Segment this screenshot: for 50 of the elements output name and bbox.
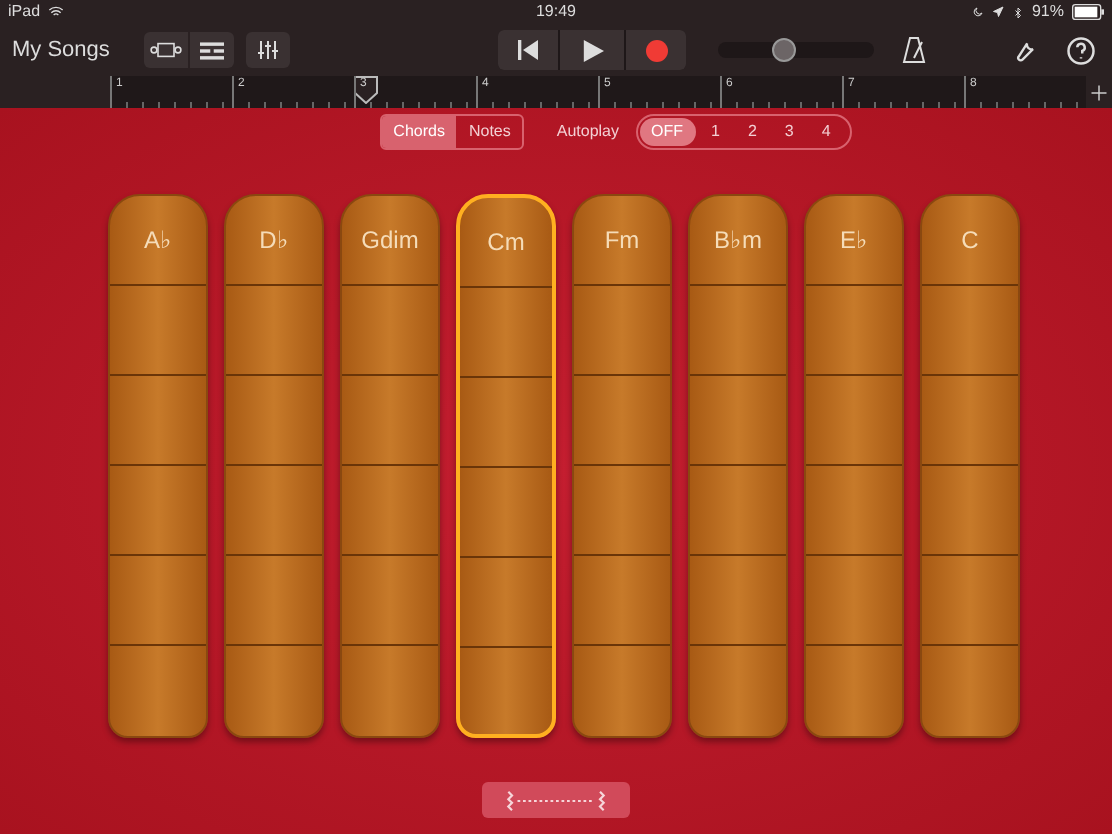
battery-icon: [1072, 4, 1104, 20]
strum-strip-button[interactable]: [482, 782, 630, 818]
tracks-list-button[interactable]: [190, 32, 234, 68]
chord-strip[interactable]: E♭: [804, 194, 904, 738]
chord-label: E♭: [839, 224, 868, 258]
tracks-icon: [200, 41, 224, 59]
chord-strip[interactable]: D♭: [224, 194, 324, 738]
autoplay-option[interactable]: 2: [735, 118, 769, 146]
mixer-icon: [256, 38, 280, 62]
record-icon: [645, 39, 667, 61]
battery-percentage: 91%: [1031, 0, 1064, 24]
wifi-icon: [48, 4, 65, 20]
chord-strip[interactable]: Fm: [572, 194, 672, 738]
chord-label: D♭: [259, 224, 289, 258]
chord-strip[interactable]: Cm: [456, 194, 556, 738]
instrument-icon: [150, 42, 182, 58]
help-icon[interactable]: [1066, 35, 1096, 65]
chord-strip[interactable]: A♭: [108, 194, 208, 738]
plus-icon: [1090, 83, 1108, 101]
mode-tab[interactable]: Chords: [381, 116, 457, 148]
playhead-marker[interactable]: [356, 76, 378, 104]
chord-label: C: [961, 224, 979, 258]
autoplay-option[interactable]: OFF: [639, 118, 696, 146]
clock: 19:49: [535, 0, 577, 24]
chord-strip[interactable]: C: [920, 194, 1020, 738]
mode-tab[interactable]: Notes: [456, 116, 523, 148]
chord-strip[interactable]: Gdim: [340, 194, 440, 738]
tracks-view-button[interactable]: [144, 32, 188, 68]
play-button[interactable]: [560, 30, 624, 70]
volume-slider[interactable]: [718, 42, 874, 58]
chord-label: A♭: [143, 224, 172, 258]
chord-label: Fm: [604, 224, 640, 258]
mixer-button[interactable]: [246, 32, 290, 68]
autoplay-option[interactable]: 3: [772, 118, 806, 146]
chord-strip[interactable]: B♭m: [688, 194, 788, 738]
autoplay-option[interactable]: 4: [809, 118, 843, 146]
autoplay-option[interactable]: 1: [699, 118, 732, 146]
location-icon: [991, 6, 1004, 18]
my-songs-button[interactable]: My Songs: [12, 33, 124, 67]
moon-icon: [971, 6, 984, 18]
rewind-icon: [518, 40, 538, 60]
device-name: iPad: [8, 0, 41, 24]
metronome-icon[interactable]: [902, 36, 926, 64]
rewind-button[interactable]: [498, 30, 558, 70]
play-icon: [581, 39, 603, 61]
chord-label: B♭m: [714, 224, 762, 258]
chord-label: Cm: [487, 226, 525, 260]
chord-label: Gdim: [361, 224, 419, 258]
autoplay-label: Autoplay: [556, 120, 620, 144]
bluetooth-icon: [1011, 5, 1024, 19]
